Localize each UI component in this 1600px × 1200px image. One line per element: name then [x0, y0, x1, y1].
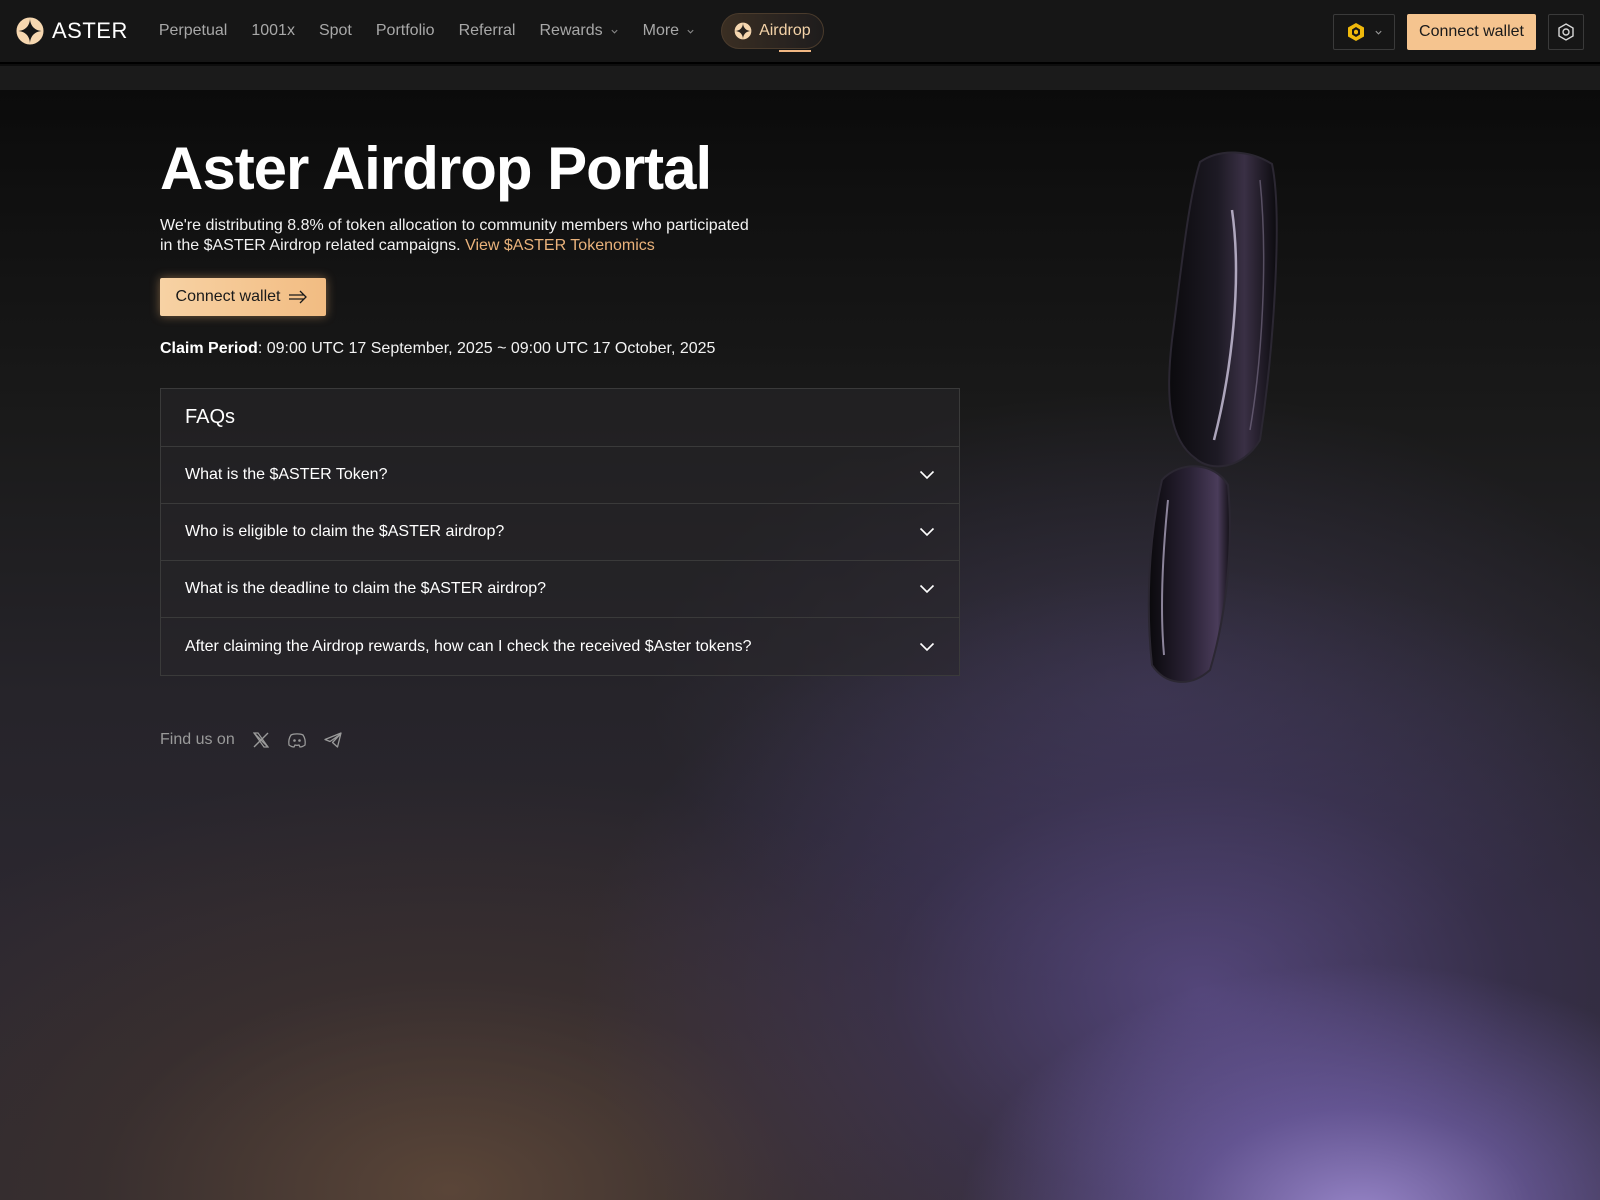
- nav-link-1001x[interactable]: 1001x: [251, 22, 295, 40]
- brand-name: ASTER: [52, 18, 128, 43]
- hero-intro-text: We're distributing 8.8% of token allocat…: [160, 217, 749, 254]
- chevron-down-icon: [919, 470, 935, 480]
- aster-logo-icon: [16, 17, 44, 45]
- nav-link-more-label: More: [642, 22, 680, 39]
- settings-icon: [1558, 23, 1574, 41]
- sub-bar: [0, 66, 1600, 90]
- faq-item[interactable]: What is the $ASTER Token?: [161, 447, 959, 504]
- faq-item[interactable]: Who is eligible to claim the $ASTER aird…: [161, 504, 959, 561]
- nav-airdrop-pill[interactable]: Airdrop: [721, 13, 824, 52]
- discord-link[interactable]: [287, 730, 307, 750]
- hero-intro: We're distributing 8.8% of token allocat…: [160, 216, 760, 256]
- social-links: Find us on: [160, 730, 359, 750]
- chevron-down-icon: [687, 29, 694, 34]
- arrow-right-icon: [289, 290, 308, 304]
- nav-link-referral[interactable]: Referral: [459, 22, 516, 40]
- faq-question: Who is eligible to claim the $ASTER aird…: [185, 523, 505, 540]
- nav-links: Perpetual 1001x Spot Portfolio Referral …: [159, 0, 824, 63]
- nav-link-portfolio[interactable]: Portfolio: [376, 22, 435, 40]
- faq-item[interactable]: What is the deadline to claim the $ASTER…: [161, 561, 959, 618]
- x-link[interactable]: [251, 730, 271, 750]
- x-icon: [252, 732, 269, 748]
- chevron-down-icon: [1374, 30, 1382, 35]
- discord-icon: [287, 733, 306, 748]
- chevron-down-icon: [919, 642, 935, 651]
- faq-question: What is the $ASTER Token?: [185, 466, 388, 483]
- hero-connect-wallet-button[interactable]: Connect wallet: [160, 278, 326, 316]
- nav-link-rewards-label: Rewards: [539, 22, 603, 39]
- nav-link-spot[interactable]: Spot: [319, 22, 352, 40]
- hero-section: Aster Airdrop Portal We're distributing …: [160, 136, 960, 358]
- hero-connect-label: Connect wallet: [175, 288, 281, 305]
- chevron-down-icon: [919, 527, 935, 537]
- nav-airdrop-label: Airdrop: [759, 22, 811, 52]
- faq-question: After claiming the Airdrop rewards, how …: [185, 637, 752, 655]
- top-nav: ASTER Perpetual 1001x Spot Portfolio Ref…: [0, 0, 1600, 64]
- claim-period-label: Claim Period: [160, 340, 258, 357]
- settings-button[interactable]: [1548, 14, 1584, 50]
- brand[interactable]: ASTER: [16, 0, 128, 63]
- nav-connect-wallet-button[interactable]: Connect wallet: [1407, 14, 1536, 50]
- aster-logo-icon: [734, 22, 752, 40]
- faq-panel: FAQs What is the $ASTER Token? Who is el…: [160, 388, 960, 676]
- faq-title: FAQs: [161, 389, 959, 447]
- nav-link-more[interactable]: More: [643, 22, 695, 40]
- chevron-down-icon: [611, 29, 618, 34]
- page-title: Aster Airdrop Portal: [160, 135, 712, 202]
- social-label: Find us on: [160, 731, 235, 748]
- telegram-icon: [324, 732, 342, 748]
- claim-period: Claim Period: 09:00 UTC 17 September, 20…: [160, 340, 960, 358]
- telegram-link[interactable]: [323, 730, 343, 750]
- chain-select[interactable]: [1333, 14, 1396, 50]
- nav-link-perpetual[interactable]: Perpetual: [159, 22, 228, 40]
- claim-period-value: : 09:00 UTC 17 September, 2025 ~ 09:00 U…: [257, 340, 716, 357]
- aster-coin-illustration: [1147, 151, 1278, 683]
- faq-question: What is the deadline to claim the $ASTER…: [185, 580, 547, 597]
- tokenomics-link[interactable]: View $ASTER Tokenomics: [465, 237, 655, 254]
- nav-right: Connect wallet: [1333, 0, 1600, 64]
- faq-item[interactable]: After claiming the Airdrop rewards, how …: [161, 618, 959, 675]
- nav-link-rewards[interactable]: Rewards: [539, 22, 618, 40]
- chevron-down-icon: [919, 584, 935, 594]
- bnb-chain-icon: [1347, 23, 1364, 41]
